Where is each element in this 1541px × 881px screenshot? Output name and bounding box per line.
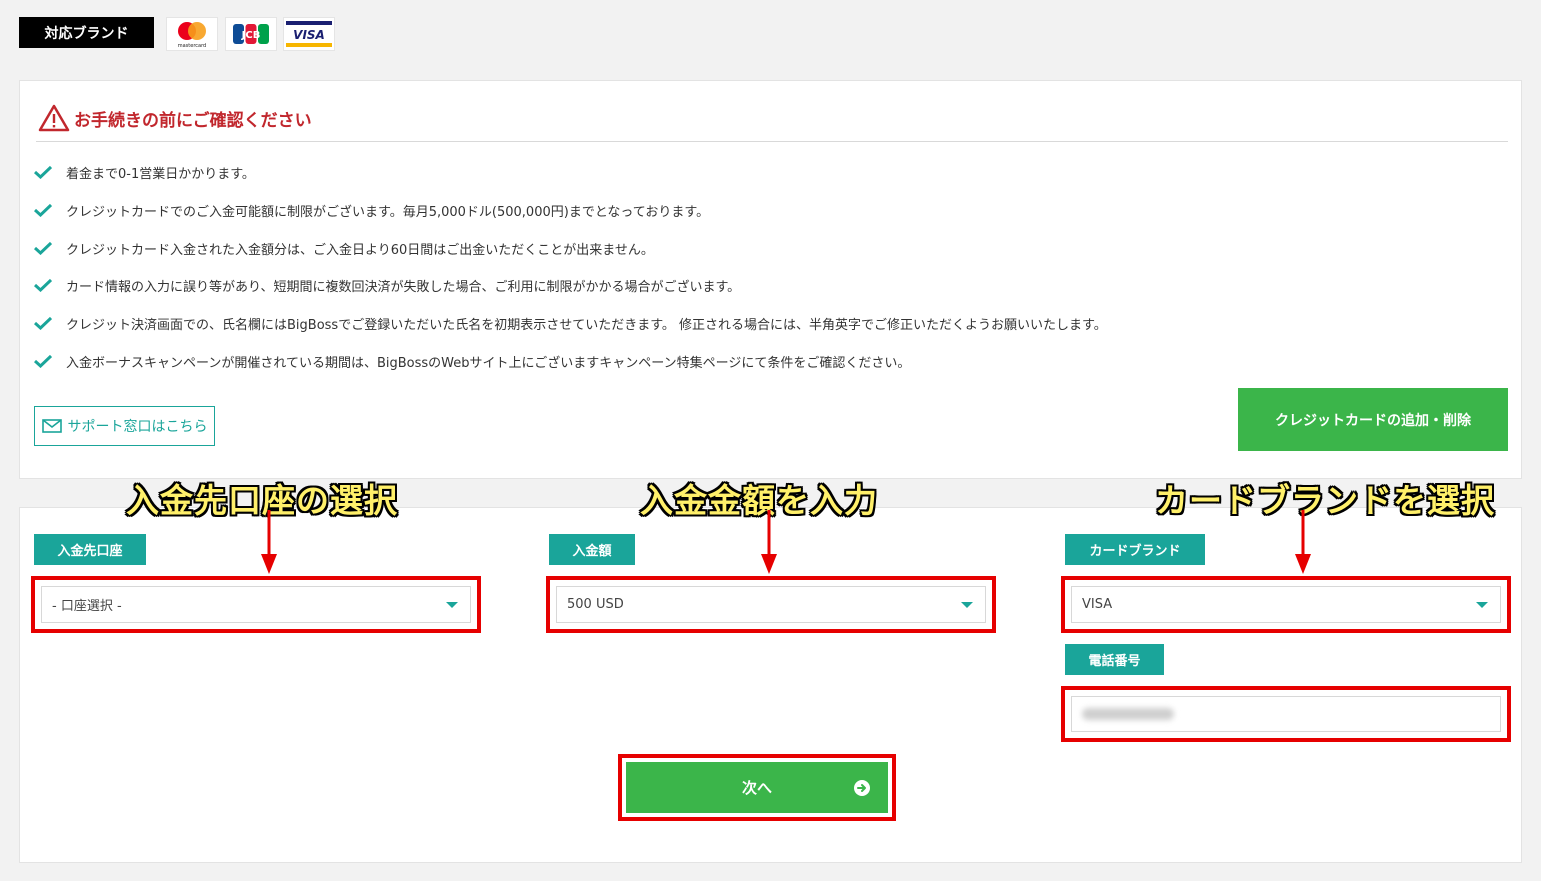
check-icon — [34, 241, 52, 255]
phone-highlight — [1061, 686, 1511, 742]
jcb-logo-text: JCB — [241, 30, 261, 41]
notice-item-text: カード情報の入力に誤り等があり、短期間に複数回決済が失敗した場合、ご利用に制限が… — [66, 279, 741, 295]
amount-select-value: 500 USD — [567, 597, 624, 612]
add-remove-card-button[interactable]: クレジットカードの追加・削除 — [1238, 388, 1508, 451]
jcb-logo: JCB — [225, 17, 277, 51]
account-select[interactable]: - 口座選択 - — [41, 586, 471, 623]
card-brand-label: カードブランド — [1065, 534, 1205, 565]
notice-item-text: 入金ボーナスキャンペーンが開催されている期間は、BigBossのWebサイト上に… — [66, 355, 911, 371]
mail-icon — [41, 419, 62, 433]
notice-item-text: クレジットカードでのご入金可能額に制限がございます。毎月5,000ドル(500,… — [66, 204, 710, 220]
amount-select[interactable]: 500 USD — [556, 586, 986, 623]
notice-item: クレジットカードでのご入金可能額に制限がございます。毎月5,000ドル(500,… — [34, 199, 709, 221]
notice-item: クレジット決済画面での、氏名欄にはBigBossでご登録いただいた氏名を初期表示… — [34, 312, 1107, 334]
check-icon — [34, 316, 52, 330]
notice-item-text: クレジット決済画面での、氏名欄にはBigBossでご登録いただいた氏名を初期表示… — [66, 317, 1107, 333]
annotation-brand: カードブランドを選択 — [1155, 481, 1495, 520]
notice-divider — [36, 141, 1508, 142]
card-brand-select[interactable]: VISA — [1071, 586, 1501, 623]
notice-item-text: 着金まで0-1営業日かかります。 — [66, 166, 255, 182]
visa-logo: VISA — [283, 17, 335, 51]
account-select-value: - 口座選択 - — [52, 599, 122, 614]
supported-brands-label: 対応ブランド — [19, 17, 154, 48]
notice-item: 着金まで0-1営業日かかります。 — [34, 161, 255, 183]
mastercard-logo: mastercard — [166, 17, 218, 51]
notice-item: クレジットカード入金された入金額分は、ご入金日より60日間はご出金いただくことが… — [34, 237, 654, 259]
card-brand-select-value: VISA — [1082, 597, 1113, 612]
notice-title: お手続きの前にご確認ください — [74, 110, 312, 131]
jcb-icon: JCB — [233, 24, 269, 44]
account-label: 入金先口座 — [34, 534, 146, 565]
annotation-amount: 入金金額を入力 — [640, 481, 878, 520]
notice-heading: お手続きの前にご確認ください — [38, 104, 312, 132]
mastercard-icon: mastercard — [178, 22, 206, 49]
chevron-down-icon — [446, 601, 458, 608]
check-icon — [34, 165, 52, 179]
next-button-label: 次へ — [741, 779, 772, 797]
arrow-down-icon — [261, 510, 277, 574]
visa-logo-text: VISA — [293, 28, 325, 42]
account-highlight: - 口座選択 - — [31, 576, 481, 633]
warning-icon — [38, 104, 70, 132]
phone-label: 電話番号 — [1065, 644, 1164, 675]
visa-icon: VISA — [286, 21, 332, 47]
notice-item: カード情報の入力に誤り等があり、短期間に複数回決済が失敗した場合、ご利用に制限が… — [34, 274, 740, 296]
arrow-down-icon — [761, 510, 777, 574]
support-button-label: サポート窓口はこちら — [67, 419, 208, 435]
check-icon — [34, 203, 52, 217]
notice-item: 入金ボーナスキャンペーンが開催されている期間は、BigBossのWebサイト上に… — [34, 350, 910, 372]
card-brand-highlight: VISA — [1061, 576, 1511, 633]
check-icon — [34, 354, 52, 368]
phone-value-blurred — [1082, 708, 1174, 720]
check-icon — [34, 278, 52, 292]
next-highlight: 次へ — [618, 754, 896, 821]
notice-item-text: クレジットカード入金された入金額分は、ご入金日より60日間はご出金いただくことが… — [66, 242, 654, 258]
next-button[interactable]: 次へ — [626, 762, 888, 813]
chevron-down-icon — [961, 601, 973, 608]
chevron-down-icon — [1476, 601, 1488, 608]
support-button[interactable]: サポート窓口はこちら — [34, 406, 215, 446]
phone-input[interactable] — [1071, 696, 1501, 732]
arrow-right-circle-icon — [854, 779, 870, 796]
amount-label: 入金額 — [549, 534, 635, 565]
arrow-down-icon — [1295, 510, 1311, 574]
mastercard-logo-text: mastercard — [178, 43, 206, 49]
amount-highlight: 500 USD — [546, 576, 996, 633]
